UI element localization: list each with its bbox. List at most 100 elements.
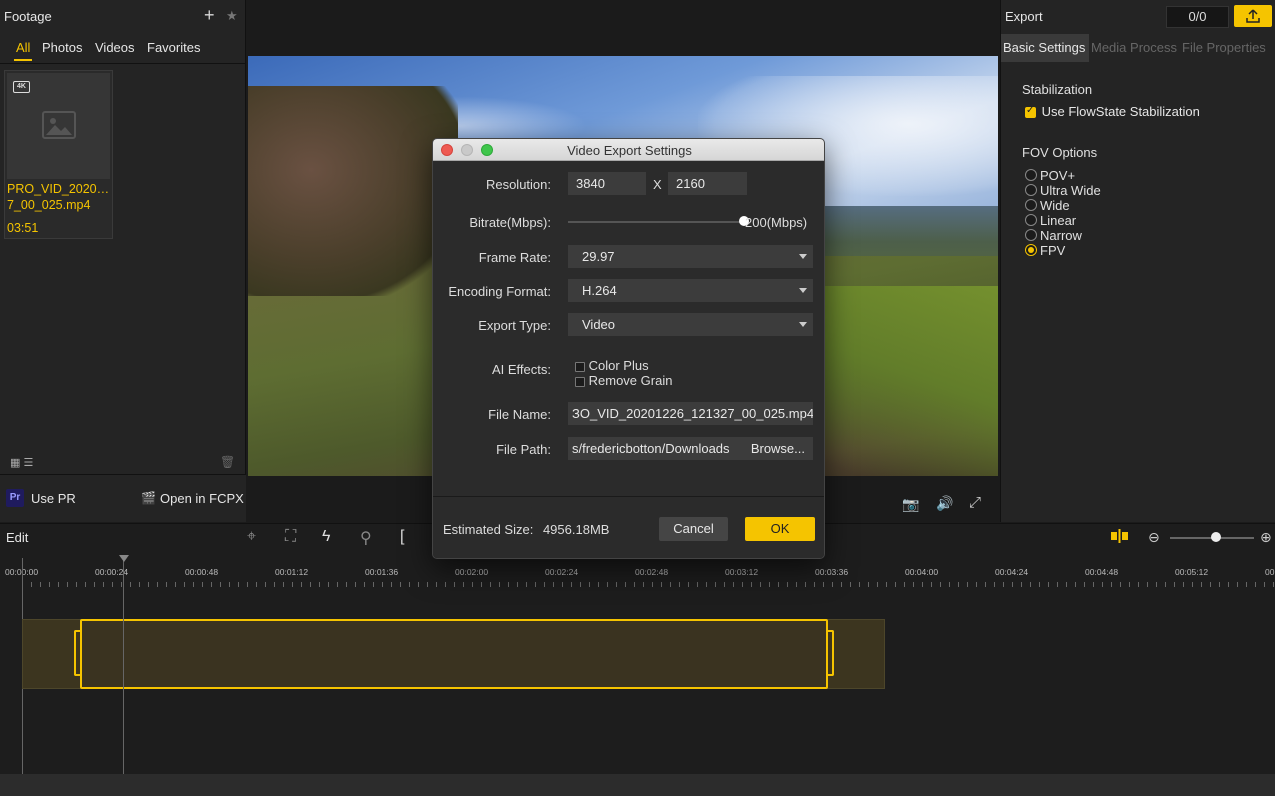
- fov-options: POV+ Ultra Wide Wide Linear Narrow FPV: [1001, 168, 1275, 260]
- tab-favorites[interactable]: Favorites: [147, 40, 200, 55]
- runner-icon[interactable]: ⚲: [360, 528, 372, 548]
- file-path-field: s/fredericbotton/Downloads Browse...: [568, 437, 813, 460]
- edit-timeline: Edit ⌖ ⛶ ϟ ⚲ [ ⊖ ⊕ 00:00:00 00:00:24 00:…: [0, 523, 1275, 796]
- encoding-format-label: Encoding Format:: [448, 284, 551, 299]
- resolution-width-input[interactable]: 3840: [568, 172, 646, 195]
- zoom-in-icon[interactable]: ⊕: [1260, 529, 1272, 546]
- estimated-size-caption: Estimated Size:: [443, 522, 534, 537]
- open-in-fcpx-button[interactable]: Open in FCPX: [160, 491, 244, 506]
- auto-track-icon[interactable]: ⛶: [285, 528, 296, 546]
- speed-icon[interactable]: ϟ: [322, 528, 330, 546]
- resolution-x-separator: X: [653, 177, 662, 192]
- flowstate-label: Use FlowState Stabilization: [1041, 104, 1200, 119]
- export-upload-button[interactable]: [1234, 5, 1272, 27]
- estimated-size-value: 4956.18MB: [542, 522, 610, 537]
- ruler-label: 00:01:36: [365, 567, 399, 577]
- premiere-icon[interactable]: Pr: [6, 489, 24, 507]
- fov-label-pov-plus: POV+: [1040, 168, 1076, 183]
- timeline-clip[interactable]: [80, 619, 828, 689]
- trash-icon[interactable]: 🗑: [220, 455, 235, 469]
- flowstate-checkbox[interactable]: [1025, 105, 1036, 119]
- footage-filename: PRO_VID_2020…7_00_025.mp4: [7, 182, 110, 212]
- tab-file-properties[interactable]: File Properties: [1182, 34, 1275, 62]
- snapshot-camera-icon[interactable]: 📷: [902, 496, 919, 513]
- ruler-label: 00:02:00: [455, 567, 489, 577]
- fov-label-narrow: Narrow: [1040, 228, 1082, 243]
- fov-radio-narrow[interactable]: [1025, 229, 1037, 241]
- export-tabs: Basic Settings Media Process File Proper…: [1001, 34, 1275, 62]
- dialog-titlebar[interactable]: Video Export Settings: [433, 139, 824, 161]
- export-title: Export: [1005, 9, 1043, 24]
- ruler-ticks: [22, 582, 1275, 587]
- ruler-label: 00:02:48: [635, 567, 669, 577]
- snap-icon[interactable]: [1110, 529, 1130, 543]
- tab-media-process[interactable]: Media Process: [1091, 34, 1181, 62]
- footage-item[interactable]: 4K PRO_VID_2020…7_00_025.mp4 03:51: [4, 70, 113, 239]
- ruler-label: 00:03:36: [815, 567, 849, 577]
- ai-effects-label: AI Effects:: [491, 362, 551, 377]
- file-name-label: File Name:: [488, 407, 551, 422]
- playhead[interactable]: [123, 558, 124, 774]
- fov-label-fpv: FPV: [1040, 243, 1066, 258]
- flowstate-option[interactable]: Use FlowState Stabilization: [1025, 104, 1200, 119]
- ruler-label: 00:04:00: [905, 567, 939, 577]
- encoding-format-select[interactable]: H.264: [568, 279, 813, 302]
- file-name-input[interactable]: ЗO_VID_20201226_121327_00_025.mp4: [568, 402, 813, 425]
- fov-title: FOV Options: [1022, 145, 1098, 160]
- ruler-label: 00:05:36: [1265, 567, 1275, 577]
- ruler-label: 00:02:24: [545, 567, 579, 577]
- clip-trim-handle-right[interactable]: [828, 630, 834, 676]
- dialog-body: Resolution: 3840 X 2160 Bitrate(Mbps): 2…: [433, 161, 824, 558]
- fullscreen-icon[interactable]: ⤢: [969, 494, 981, 511]
- file-path-value: s/fredericbotton/Downloads: [572, 441, 730, 456]
- remove-grain-checkbox[interactable]: [575, 376, 585, 387]
- favorite-settings-icon[interactable]: ★: [226, 8, 238, 24]
- estimated-size-label: Estimated Size: 4956.18MB: [443, 522, 609, 537]
- tab-all[interactable]: All: [13, 40, 33, 61]
- zoom-slider-knob[interactable]: [1211, 532, 1221, 542]
- fov-radio-fpv[interactable]: [1025, 244, 1037, 256]
- timeline-scrollbar[interactable]: [0, 774, 1275, 796]
- remove-grain-option[interactable]: Remove Grain: [575, 373, 672, 388]
- color-plus-option[interactable]: Color Plus: [575, 358, 649, 373]
- target-icon[interactable]: ⌖: [247, 528, 256, 546]
- volume-icon[interactable]: 🔊: [936, 495, 953, 512]
- export-panel: Export 0/0 Basic Settings Media Process …: [1000, 0, 1275, 522]
- split-icon[interactable]: [: [400, 528, 404, 546]
- export-type-select[interactable]: Video: [568, 313, 813, 336]
- add-footage-icon[interactable]: +: [204, 5, 215, 26]
- cancel-button[interactable]: Cancel: [659, 517, 728, 541]
- export-type-label: Export Type:: [478, 318, 551, 333]
- bitrate-slider[interactable]: [568, 221, 745, 223]
- color-plus-checkbox[interactable]: [575, 361, 585, 372]
- clip-trim-handle-left[interactable]: [74, 630, 80, 676]
- bitrate-label: Bitrate(Mbps):: [469, 215, 551, 230]
- fcpx-icon[interactable]: 🎬: [141, 491, 156, 505]
- browse-button[interactable]: Browse...: [751, 437, 805, 460]
- resolution-height-input[interactable]: 2160: [668, 172, 747, 195]
- ok-button[interactable]: OK: [745, 517, 815, 541]
- chevron-down-icon: [799, 322, 807, 327]
- footage-duration: 03:51: [7, 221, 39, 235]
- tab-photos[interactable]: Photos: [42, 40, 82, 55]
- view-toggle-icon[interactable]: ▦ ☰: [10, 456, 33, 469]
- frame-rate-label: Frame Rate:: [478, 250, 551, 265]
- time-ruler[interactable]: 00:00:00 00:00:24 00:00:48 00:01:12 00:0…: [0, 558, 1275, 587]
- zoom-out-icon[interactable]: ⊖: [1148, 529, 1160, 546]
- use-pr-button[interactable]: Use PR: [31, 491, 76, 506]
- tab-videos[interactable]: Videos: [95, 40, 135, 55]
- 4k-badge: 4K: [13, 81, 30, 93]
- frame-rate-select[interactable]: 29.97: [568, 245, 813, 268]
- fov-radio-wide[interactable]: [1025, 199, 1037, 211]
- playhead-marker[interactable]: [119, 555, 129, 562]
- bitrate-value: 200(Mbps): [745, 215, 808, 230]
- remove-grain-label: Remove Grain: [588, 373, 673, 388]
- chevron-down-icon: [799, 254, 807, 259]
- tab-basic-settings[interactable]: Basic Settings: [1001, 34, 1089, 62]
- video-hedge: [248, 86, 458, 296]
- stabilization-title: Stabilization: [1022, 82, 1093, 97]
- fov-radio-linear[interactable]: [1025, 214, 1037, 226]
- upload-icon: [1246, 9, 1260, 23]
- fov-radio-pov-plus[interactable]: [1025, 169, 1037, 181]
- fov-radio-ultra-wide[interactable]: [1025, 184, 1037, 196]
